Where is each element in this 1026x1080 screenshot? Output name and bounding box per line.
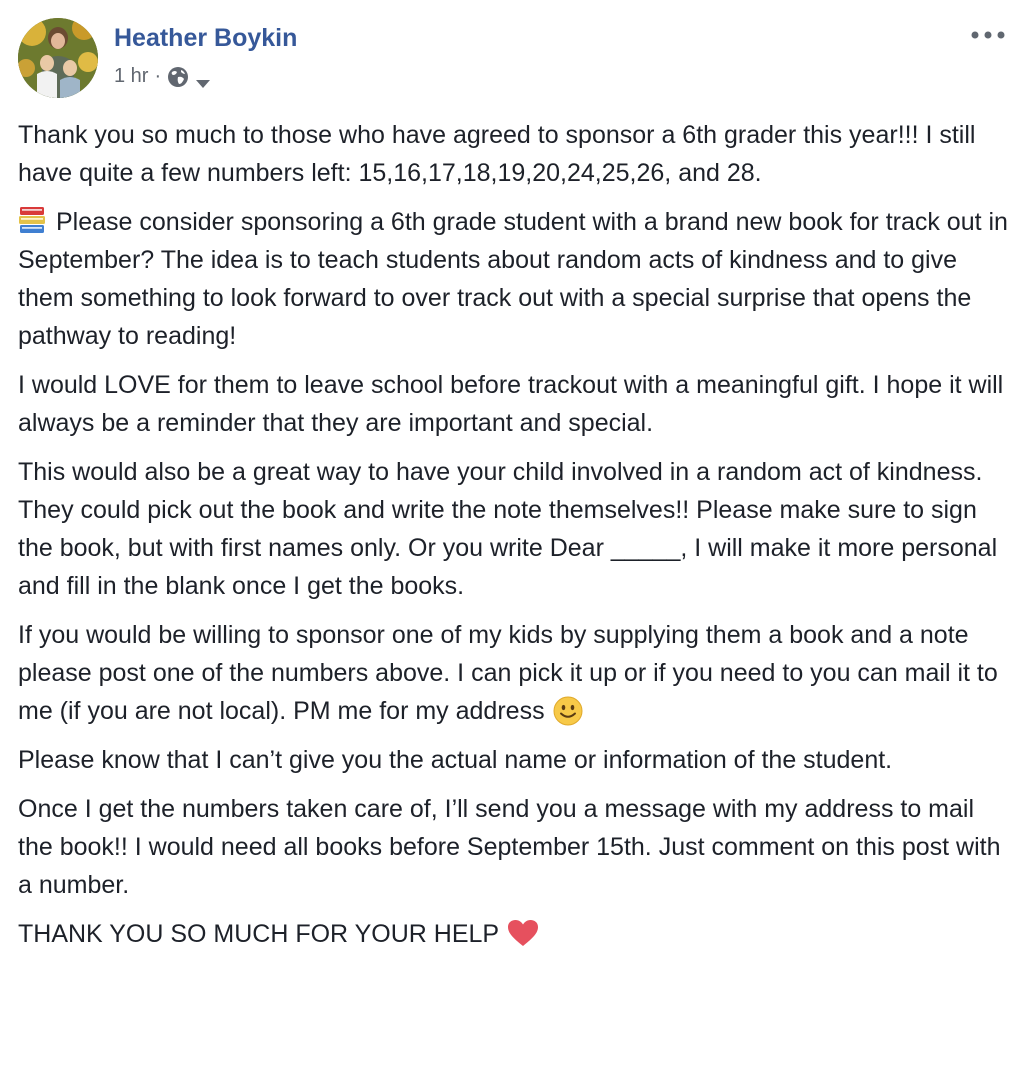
facebook-post: Heather Boykin 1 hr · Thank you so much … (0, 0, 1026, 1080)
paragraph-text: Please know that I can’t give you the ac… (18, 746, 893, 774)
books-emoji-icon (18, 205, 46, 235)
post-paragraph: Please consider sponsoring a 6th grade s… (18, 203, 1008, 355)
post-paragraph: This would also be a great way to have y… (18, 453, 1008, 605)
more-options-button[interactable] (968, 24, 1008, 46)
post-paragraph: Once I get the numbers taken care of, I’… (18, 790, 1008, 904)
author-name-link[interactable]: Heather Boykin (114, 24, 297, 53)
author-avatar[interactable] (18, 18, 98, 98)
post-body: Thank you so much to those who have agre… (18, 116, 1008, 964)
paragraph-text: If you would be willing to sponsor one o… (18, 621, 998, 725)
meta-separator: · (154, 65, 162, 87)
avatar-photo-icon (18, 18, 98, 98)
globe-icon[interactable] (167, 66, 189, 88)
post-paragraph: Thank you so much to those who have agre… (18, 116, 1008, 192)
paragraph-text: This would also be a great way to have y… (18, 458, 998, 600)
paragraph-text: I would LOVE for them to leave school be… (18, 371, 1004, 437)
paragraph-text: Once I get the numbers taken care of, I’… (18, 795, 1001, 899)
paragraph-text: THANK YOU SO MUCH FOR YOUR HELP (18, 920, 500, 948)
post-paragraph: If you would be willing to sponsor one o… (18, 616, 1008, 730)
paragraph-text: Thank you so much to those who have agre… (18, 121, 976, 187)
post-timestamp[interactable]: 1 hr (114, 65, 148, 88)
chevron-down-icon[interactable] (195, 72, 211, 88)
post-paragraph: Please know that I can’t give you the ac… (18, 741, 1008, 779)
post-header: Heather Boykin 1 hr · (18, 18, 1008, 98)
post-paragraph: THANK YOU SO MUCH FOR YOUR HELP (18, 915, 1008, 953)
post-meta: 1 hr · (114, 65, 211, 88)
post-paragraph: I would LOVE for them to leave school be… (18, 366, 1008, 442)
more-options-icon (971, 31, 1005, 39)
smiling-face-emoji-icon (553, 696, 583, 726)
paragraph-text: Please consider sponsoring a 6th grade s… (18, 208, 1008, 350)
red-heart-emoji-icon (507, 919, 539, 947)
